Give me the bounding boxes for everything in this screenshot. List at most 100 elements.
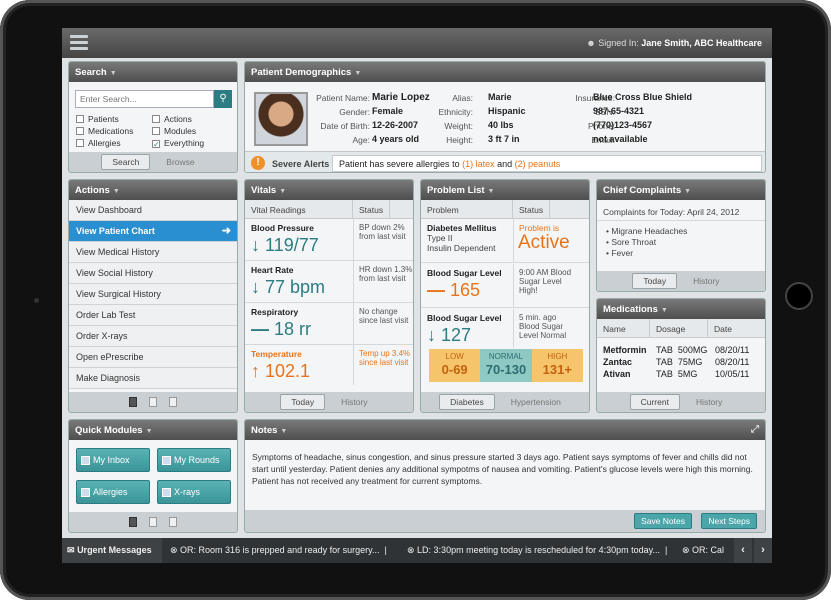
save-notes-button[interactable]: Save Notes <box>634 513 692 529</box>
signed-in-user: Jane Smith, ABC Healthcare <box>641 38 762 48</box>
action-item[interactable]: View Patient Chart ➜ <box>69 221 237 242</box>
home-button[interactable] <box>785 282 813 310</box>
vital-value: ↑ 102.1 <box>251 361 310 382</box>
chevron-down-icon[interactable]: ▼ <box>146 428 153 435</box>
button-label: My Inbox <box>93 455 130 465</box>
search-icon[interactable]: ⚲ <box>214 90 232 108</box>
quick-modules-panel: Quick Modules ▼ My Inbox My Rounds Allerg… <box>68 419 238 533</box>
field-value: Female <box>372 106 404 116</box>
checkbox-box[interactable] <box>152 127 160 135</box>
my-inbox-button[interactable]: My Inbox <box>76 448 150 472</box>
checkbox-box[interactable]: ✓ <box>152 140 160 149</box>
search-option-checkbox[interactable]: Actions <box>152 114 192 124</box>
action-item[interactable]: View Medical History <box>69 242 237 263</box>
checkbox-box[interactable] <box>76 115 84 123</box>
med-dosage: TAB 5MG <box>656 369 698 379</box>
page-3-icon[interactable] <box>169 397 177 407</box>
tab-today[interactable]: Today <box>632 273 678 289</box>
checkbox-box[interactable] <box>76 139 84 147</box>
ticker-message[interactable]: ⊗ LD: 3:30pm meeting today is reschedule… <box>407 545 667 556</box>
problem-detail: Insulin Dependent <box>427 243 496 253</box>
arrow-down-icon: ↓ <box>251 235 260 255</box>
chevron-down-icon[interactable]: ▼ <box>280 428 287 435</box>
action-label: View Dashboard <box>76 205 142 215</box>
search-option-checkbox[interactable]: Modules <box>152 126 196 136</box>
page-2-icon[interactable] <box>149 397 157 407</box>
chevron-down-icon[interactable]: ▼ <box>354 70 361 77</box>
med-name: Zantac <box>603 357 633 367</box>
action-item[interactable]: Order X-rays <box>69 326 237 347</box>
search-option-checkbox[interactable]: Patients <box>76 114 119 124</box>
vital-value: — 18 rr <box>251 319 311 340</box>
tab-diabetes[interactable]: Diabetes <box>439 394 495 410</box>
dash-icon: — <box>427 280 445 300</box>
action-item[interactable]: View Surgical History <box>69 284 237 305</box>
page-1-icon[interactable] <box>129 517 137 527</box>
divider <box>353 219 354 260</box>
medication-row[interactable]: Metformin TAB 500MG 08/20/11 <box>597 345 765 357</box>
field-label: Patient Name: <box>316 93 370 103</box>
problem-row[interactable]: Diabetes Mellitus Type II Insulin Depend… <box>421 219 589 263</box>
tab-history[interactable]: History <box>686 395 732 409</box>
page-3-icon[interactable] <box>169 517 177 527</box>
chevron-down-icon[interactable]: ▼ <box>488 188 495 195</box>
ticker-message[interactable]: ⊗ OR: Room 316 is prepped and ready for … <box>170 545 387 556</box>
tab-history[interactable]: History <box>683 274 729 288</box>
action-label: Order Lab Test <box>76 310 136 320</box>
problem-row[interactable]: Blood Sugar Level ↓ 127 5 min. ago Blood… <box>421 309 589 348</box>
signed-in-info: ☻ Signed In: Jane Smith, ABC Healthcare <box>586 38 762 48</box>
expand-icon[interactable]: ⤢ <box>751 424 759 435</box>
action-item[interactable]: Make Diagnosis <box>69 368 237 389</box>
vital-value: ↓ 77 bpm <box>251 277 325 298</box>
notes-text[interactable]: Symptoms of headache, sinus congestion, … <box>252 451 757 487</box>
browse-button[interactable]: Browse <box>156 155 204 169</box>
page-1-icon[interactable] <box>129 397 137 407</box>
allergy-peanuts: (2) peanuts <box>514 159 561 169</box>
chevron-down-icon[interactable]: ▼ <box>110 70 117 77</box>
search-option-checkbox[interactable]: Medications <box>76 126 133 136</box>
action-item[interactable]: View Dashboard <box>69 200 237 221</box>
chevron-down-icon[interactable]: ▼ <box>661 307 668 314</box>
chevron-down-icon[interactable]: ▼ <box>684 188 691 195</box>
chevron-right-icon[interactable]: › <box>754 538 772 563</box>
tab-today[interactable]: Today <box>280 394 326 410</box>
vital-row[interactable]: Blood Pressure ↓ 119/77 BP down 2% from la… <box>245 219 413 261</box>
chevron-left-icon[interactable]: ‹ <box>734 538 752 563</box>
x-rays-button[interactable]: X-rays <box>157 480 231 504</box>
scale-label: LOW <box>445 352 464 361</box>
chevron-down-icon[interactable]: ▼ <box>279 188 286 195</box>
vital-row[interactable]: Respiratory — 18 rr No change since last v… <box>245 303 413 345</box>
allergies-button[interactable]: Allergies <box>76 480 150 504</box>
tab-current[interactable]: Current <box>629 394 680 410</box>
page-2-icon[interactable] <box>149 517 157 527</box>
action-item[interactable]: Open ePrescribe <box>69 347 237 368</box>
search-option-checkbox[interactable]: ✓ Everything <box>152 138 204 149</box>
chevron-down-icon[interactable]: ▼ <box>113 188 120 195</box>
action-item[interactable]: View Social History <box>69 263 237 284</box>
vital-row[interactable]: Heart Rate ↓ 77 bpm HR down 1.3% from last… <box>245 261 413 303</box>
next-steps-button[interactable]: Next Steps <box>701 513 757 529</box>
app-screen: ☻ Signed In: Jane Smith, ABC Healthcare … <box>62 28 772 563</box>
problem-row[interactable]: Blood Sugar Level — 165 9:00 AM Blood Su… <box>421 264 589 308</box>
my-rounds-button[interactable]: My Rounds <box>157 448 231 472</box>
search-button[interactable]: Search <box>101 154 151 170</box>
menu-icon[interactable] <box>70 35 88 51</box>
medication-row[interactable]: Ativan TAB 5MG 10/05/11 <box>597 369 765 381</box>
checkbox-box[interactable] <box>152 115 160 123</box>
med-date: 10/05/11 <box>715 369 750 379</box>
ticker-message[interactable]: ⊗ OR: Cal <box>682 545 724 556</box>
action-label: View Surgical History <box>76 289 161 299</box>
vital-row[interactable]: Temperature ↑ 102.1 Temp up 3.4% since las… <box>245 345 413 385</box>
action-item[interactable]: Order Lab Test <box>69 305 237 326</box>
scale-range: 70-130 <box>485 362 527 377</box>
checkbox-box[interactable] <box>76 127 84 135</box>
search-option-checkbox[interactable]: Allergies <box>76 138 121 148</box>
tab-history[interactable]: History <box>331 395 377 409</box>
tab-hypertension[interactable]: Hypertension <box>501 395 571 409</box>
problem-list-panel: Problem List ▼ Problem Status Diabetes Mel… <box>420 179 590 413</box>
search-input[interactable] <box>75 90 214 108</box>
action-label: Open ePrescribe <box>76 352 144 362</box>
medication-row[interactable]: Zantac TAB 75MG 08/20/11 <box>597 357 765 369</box>
action-label: Make Diagnosis <box>76 373 141 383</box>
actions-panel: Actions ▼ View Dashboard View Patient Char… <box>68 179 238 413</box>
